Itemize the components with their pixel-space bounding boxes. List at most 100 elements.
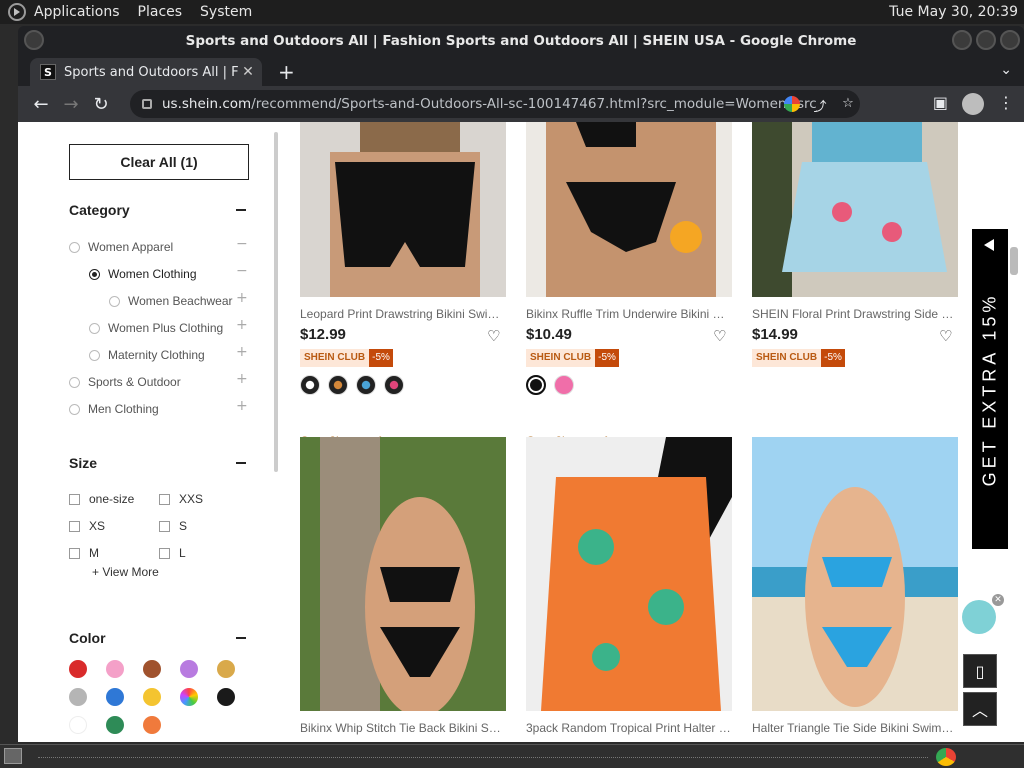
mobile-app-icon[interactable]: ▯ xyxy=(963,654,997,688)
tab-search-chevron-icon[interactable]: ⌄ xyxy=(1000,62,1012,78)
heart-icon[interactable]: ♡ xyxy=(939,329,953,344)
maximize-icon[interactable] xyxy=(976,30,996,50)
size-option[interactable]: XS xyxy=(69,519,105,533)
color-swatch[interactable] xyxy=(217,688,235,706)
radio-selected-icon[interactable] xyxy=(89,268,100,280)
back-arrow-icon[interactable]: ← xyxy=(26,94,56,115)
close-bubble-icon[interactable]: ✕ xyxy=(992,594,1004,606)
bookmark-star-icon[interactable]: ☆ xyxy=(840,96,856,112)
checkbox-icon[interactable] xyxy=(159,547,170,559)
product-image[interactable] xyxy=(526,122,732,297)
checkbox-icon[interactable] xyxy=(69,520,80,532)
category-women-beachwear[interactable]: Women Beachwear xyxy=(109,294,233,308)
checkbox-icon[interactable] xyxy=(69,547,80,559)
promo-expand-arrow-icon[interactable] xyxy=(984,239,994,251)
clear-all-button[interactable]: Clear All (1) xyxy=(69,144,249,180)
size-collapse-icon[interactable] xyxy=(236,462,246,464)
size-option[interactable]: S xyxy=(159,519,187,533)
color-variant-swatch[interactable] xyxy=(300,375,320,395)
product-name[interactable]: Leopard Print Drawstring Bikini Swimsuit xyxy=(300,307,506,321)
category-toggle-icon[interactable]: + xyxy=(236,290,248,306)
size-option[interactable]: one-size xyxy=(69,492,134,506)
color-variant-swatch[interactable] xyxy=(328,375,348,395)
new-tab-icon[interactable]: + xyxy=(278,60,295,84)
category-sports-outdoor[interactable]: Sports & Outdoor xyxy=(69,375,181,389)
color-swatch[interactable] xyxy=(143,688,161,706)
forward-arrow-icon[interactable]: → xyxy=(56,94,86,115)
page-scrollbar[interactable] xyxy=(1010,247,1018,275)
category-women-plus[interactable]: Women Plus Clothing xyxy=(89,321,223,335)
color-swatch[interactable] xyxy=(106,660,124,678)
color-swatch[interactable] xyxy=(143,716,161,734)
lock-icon[interactable] xyxy=(142,99,152,109)
category-collapse-icon[interactable] xyxy=(236,209,246,211)
size-option[interactable]: L xyxy=(159,546,186,560)
color-swatch[interactable] xyxy=(180,688,198,706)
product-name[interactable]: 3pack Random Tropical Print Halter Bikin… xyxy=(526,721,732,735)
show-desktop-icon[interactable] xyxy=(4,748,22,764)
product-name[interactable]: SHEIN Floral Print Drawstring Side Swim … xyxy=(752,307,958,321)
share-icon[interactable]: ⤴ xyxy=(812,96,828,115)
heart-icon[interactable]: ♡ xyxy=(713,329,727,344)
browser-tab-active[interactable]: S Sports and Outdoors All | Fashion ✕ xyxy=(30,58,262,86)
back-to-top-icon[interactable]: ︿ xyxy=(963,692,997,726)
system-clock[interactable]: Tue May 30, 20:39 xyxy=(889,4,1018,20)
color-swatch[interactable] xyxy=(106,688,124,706)
reload-icon[interactable]: ↻ xyxy=(86,94,116,115)
color-swatch[interactable] xyxy=(143,660,161,678)
radio-icon[interactable] xyxy=(69,403,80,415)
checkbox-icon[interactable] xyxy=(159,520,170,532)
color-variant-swatch[interactable] xyxy=(526,375,546,395)
category-men-clothing[interactable]: Men Clothing xyxy=(69,402,159,416)
radio-icon[interactable] xyxy=(89,322,100,334)
color-swatch[interactable] xyxy=(106,716,124,734)
category-maternity[interactable]: Maternity Clothing xyxy=(89,348,205,362)
promo-side-banner[interactable]: GET EXTRA 15% xyxy=(972,229,1008,549)
profile-avatar-icon[interactable] xyxy=(962,93,984,115)
window-menu-icon[interactable] xyxy=(24,30,44,50)
radio-icon[interactable] xyxy=(69,241,80,253)
radio-icon[interactable] xyxy=(109,295,120,307)
menu-places[interactable]: Places xyxy=(138,4,183,20)
color-variant-swatch[interactable] xyxy=(356,375,376,395)
product-image[interactable] xyxy=(526,437,732,711)
category-toggle-icon[interactable]: − xyxy=(236,236,248,252)
checkbox-icon[interactable] xyxy=(159,493,170,505)
chrome-menu-icon[interactable]: ⋮ xyxy=(998,93,1014,115)
color-title[interactable]: Color xyxy=(69,630,106,646)
heart-icon[interactable]: ♡ xyxy=(487,329,501,344)
color-swatch[interactable] xyxy=(180,660,198,678)
category-toggle-icon[interactable]: − xyxy=(236,263,248,279)
chrome-taskbar-icon[interactable] xyxy=(936,748,956,766)
product-image[interactable] xyxy=(752,437,958,711)
address-bar[interactable]: us.shein.com/recommend/Sports-and-Outdoo… xyxy=(130,90,860,118)
size-option[interactable]: XXS xyxy=(159,492,203,506)
menu-system[interactable]: System xyxy=(200,4,252,20)
color-swatch[interactable] xyxy=(217,660,235,678)
radio-icon[interactable] xyxy=(69,376,80,388)
url-text[interactable]: us.shein.com/recommend/Sports-and-Outdoo… xyxy=(162,96,817,112)
category-toggle-icon[interactable]: + xyxy=(236,344,248,360)
color-variant-swatch[interactable] xyxy=(554,375,574,395)
category-title[interactable]: Category xyxy=(69,202,130,218)
product-image[interactable] xyxy=(300,437,506,711)
category-toggle-icon[interactable]: + xyxy=(236,371,248,387)
sidebar-scrollbar[interactable] xyxy=(274,132,278,472)
color-variant-swatch[interactable] xyxy=(384,375,404,395)
promo-bubble-icon[interactable] xyxy=(962,600,996,634)
category-women-clothing[interactable]: Women Clothing xyxy=(89,267,197,281)
google-lens-icon[interactable] xyxy=(784,96,800,112)
size-title[interactable]: Size xyxy=(69,455,97,471)
category-toggle-icon[interactable]: + xyxy=(236,317,248,333)
category-toggle-icon[interactable]: + xyxy=(236,398,248,414)
product-name[interactable]: Bikinx Whip Stitch Tie Back Bikini Swims… xyxy=(300,721,506,735)
system-logo-icon[interactable] xyxy=(8,3,26,21)
radio-icon[interactable] xyxy=(89,349,100,361)
color-swatch[interactable] xyxy=(69,716,87,734)
product-image[interactable] xyxy=(752,122,958,297)
color-collapse-icon[interactable] xyxy=(236,637,246,639)
product-image[interactable] xyxy=(300,122,506,297)
checkbox-icon[interactable] xyxy=(69,493,80,505)
side-panel-icon[interactable]: ▣ xyxy=(933,93,948,115)
minimize-icon[interactable] xyxy=(952,30,972,50)
